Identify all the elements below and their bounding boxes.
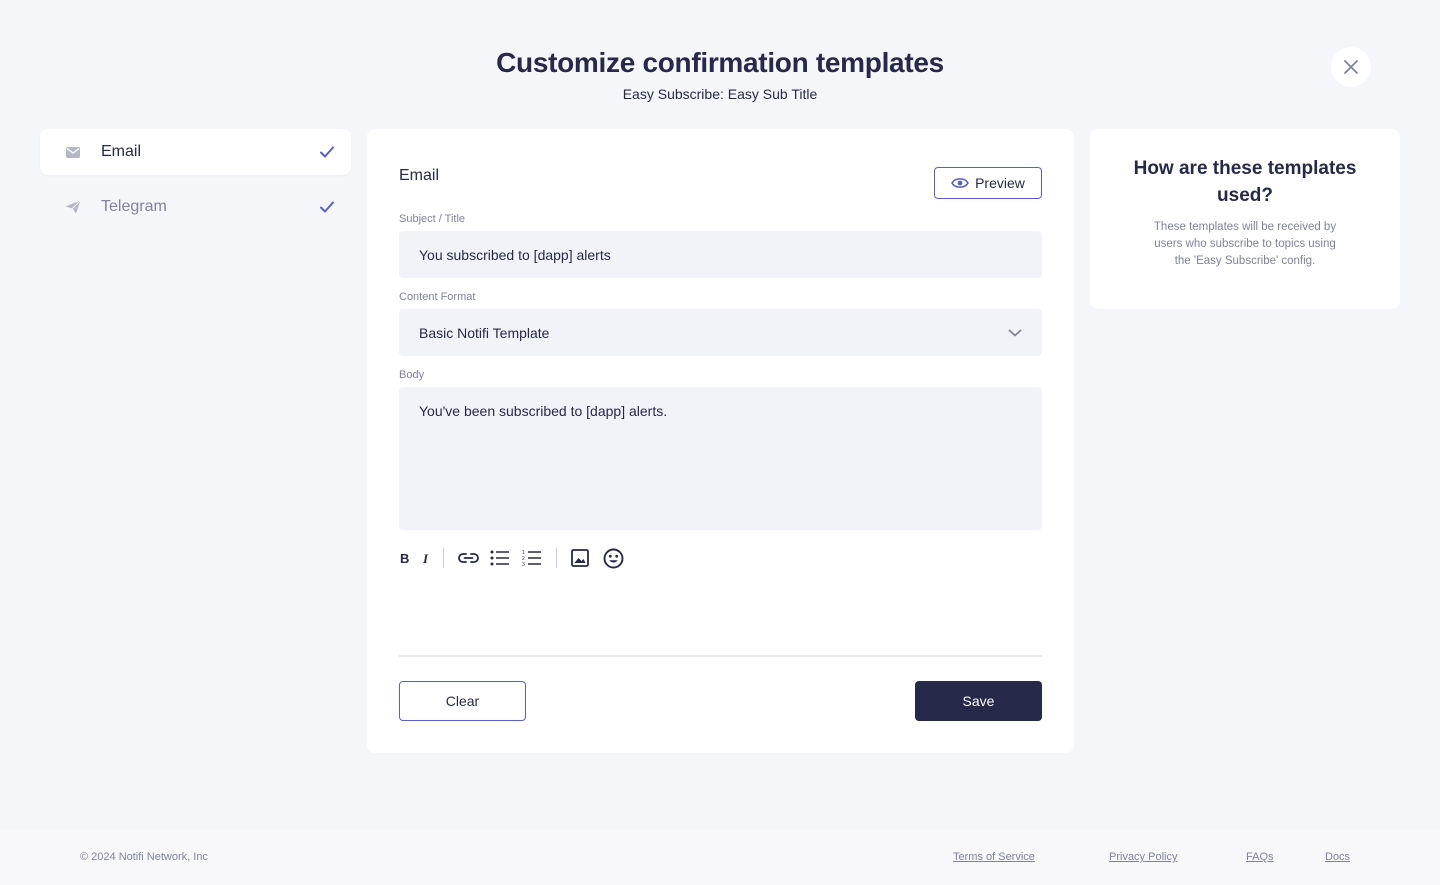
- svg-text:I: I: [423, 552, 429, 564]
- clear-button[interactable]: Clear: [399, 681, 526, 721]
- italic-icon[interactable]: I: [421, 552, 433, 564]
- nav-item-label: Telegram: [101, 198, 167, 215]
- divider: [399, 655, 1042, 657]
- save-button[interactable]: Save: [915, 681, 1042, 721]
- subject-value: You subscribed to [dapp] alerts: [419, 246, 611, 263]
- numbered-list-icon[interactable]: 1 2 3: [521, 550, 543, 566]
- info-title: How are these templates used?: [1133, 158, 1357, 206]
- toolbar-divider: [443, 548, 444, 568]
- footer: © 2024 Notifi Network, Inc Terms of Serv…: [0, 830, 1440, 885]
- body-label: Body: [399, 369, 425, 381]
- svg-text:B: B: [400, 552, 409, 564]
- subject-label: Subject / Title: [399, 213, 466, 225]
- preview-button[interactable]: Preview: [934, 167, 1042, 199]
- page-title: Customize confirmation templates: [496, 47, 944, 78]
- formatting-toolbar: B I 1 2 3: [399, 547, 624, 569]
- toolbar-divider: [556, 548, 557, 568]
- preview-label: Preview: [975, 175, 1025, 191]
- subject-input[interactable]: You subscribed to [dapp] alerts: [399, 231, 1042, 278]
- check-icon: [320, 146, 334, 158]
- body-textarea[interactable]: You've been subscribed to [dapp] alerts.: [399, 387, 1042, 530]
- chevron-down-icon: [1008, 329, 1022, 336]
- page-subtitle: Easy Subscribe: Easy Sub Title: [622, 86, 818, 102]
- envelope-icon: [64, 143, 82, 161]
- close-icon: [1344, 60, 1358, 74]
- check-icon: [320, 201, 334, 213]
- paper-plane-icon: [64, 198, 82, 216]
- body-value: You've been subscribed to [dapp] alerts.: [419, 403, 668, 419]
- info-card: How are these templates used? These temp…: [1090, 129, 1400, 309]
- nav-item-telegram[interactable]: Telegram: [40, 184, 351, 230]
- docs-link[interactable]: Docs: [1325, 851, 1350, 863]
- content-format-select[interactable]: Basic Notifi Template: [399, 309, 1042, 356]
- info-text: These templates will be received by user…: [1153, 221, 1337, 267]
- svg-text:3: 3: [522, 562, 525, 566]
- page: Customize confirmation templates Easy Su…: [0, 0, 1440, 885]
- privacy-link[interactable]: Privacy Policy: [1109, 851, 1177, 863]
- editor-heading: Email: [399, 167, 440, 184]
- faqs-link[interactable]: FAQs: [1246, 851, 1274, 863]
- nav-item-email[interactable]: Email: [40, 129, 351, 175]
- image-icon[interactable]: [570, 549, 590, 567]
- copyright-text: © 2024 Notifi Network, Inc: [80, 851, 208, 863]
- template-editor-card: Email Preview Subject / Title You subscr…: [367, 129, 1074, 753]
- emoji-icon[interactable]: [602, 548, 624, 569]
- close-button[interactable]: [1331, 47, 1371, 87]
- bold-icon[interactable]: B: [399, 552, 411, 564]
- content-format-value: Basic Notifi Template: [419, 324, 550, 341]
- terms-link[interactable]: Terms of Service: [953, 851, 1035, 863]
- content-format-label: Content Format: [399, 291, 476, 303]
- bullet-list-icon[interactable]: [489, 550, 511, 566]
- nav-item-label: Email: [101, 143, 142, 160]
- link-icon[interactable]: [457, 552, 479, 564]
- eye-icon: [951, 178, 970, 188]
